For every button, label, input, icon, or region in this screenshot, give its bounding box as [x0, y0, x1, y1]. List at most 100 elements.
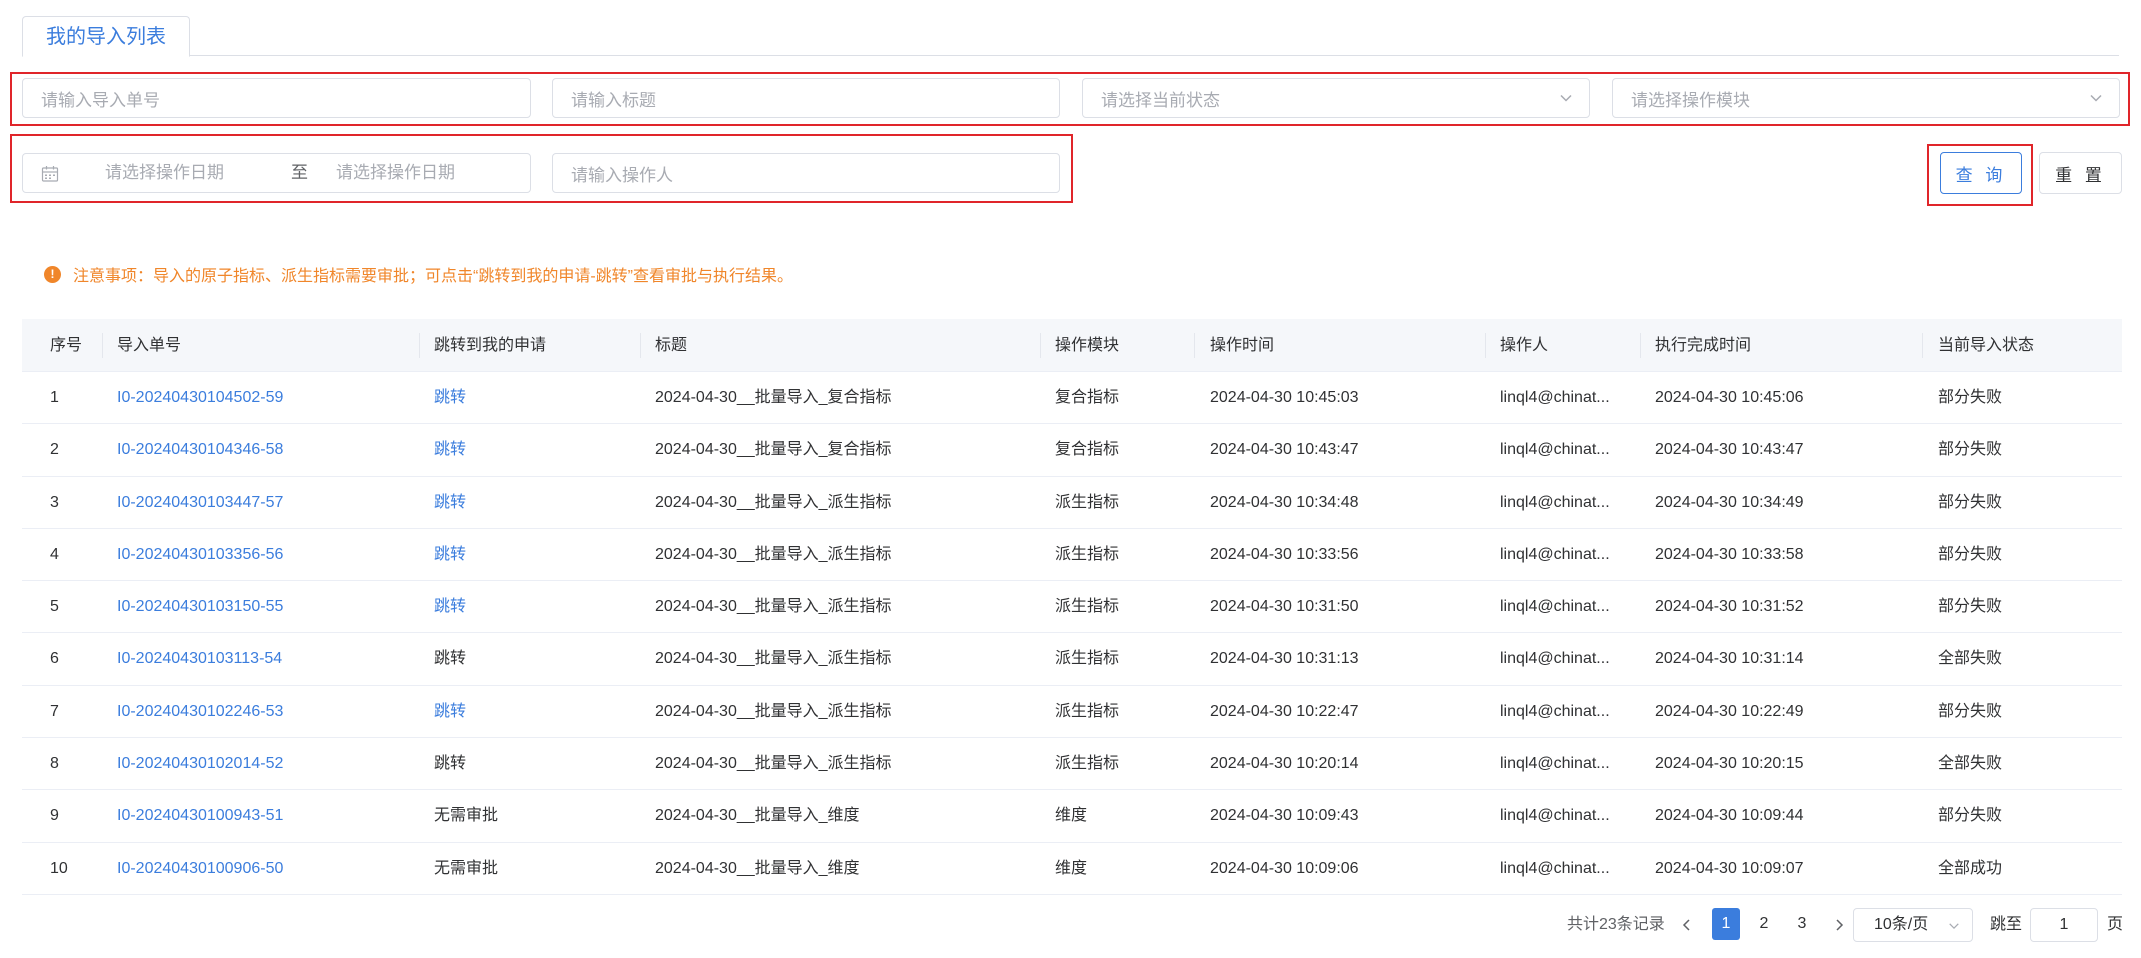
column-divider	[640, 333, 641, 358]
query-button[interactable]: 查 询	[1940, 152, 2022, 194]
cell-import-no-link[interactable]: I0-20240430102014-52	[117, 738, 283, 790]
cell-import-no-link[interactable]: I0-20240430103356-56	[117, 529, 283, 581]
cell-index: 3	[50, 493, 59, 511]
page-1-button[interactable]: 1	[1712, 908, 1740, 940]
cell-import-no-link[interactable]: I0-20240430100906-50	[117, 843, 283, 895]
jump-label: 跳至	[1990, 916, 2023, 933]
date-start-input[interactable]: 请选择操作日期	[105, 154, 224, 192]
cell-import-no-link[interactable]: I0-20240430103113-54	[117, 633, 282, 685]
cell-op-time: 2024-04-30 10:31:50	[1210, 598, 1359, 616]
cell-op-time: 2024-04-30 10:09:43	[1210, 807, 1359, 825]
cell-title: 2024-04-30__批量导入_复合指标	[655, 389, 892, 406]
jump-link[interactable]: 跳转	[434, 477, 466, 529]
cell-title: 2024-04-30__批量导入_派生指标	[655, 598, 892, 616]
cell-operator: linql4@chinat...	[1500, 545, 1610, 563]
cell-status: 全部失败	[1938, 755, 2003, 773]
cell-operator: linql4@chinat...	[1500, 755, 1610, 773]
tab-my-import-list[interactable]: 我的导入列表	[22, 16, 190, 57]
column-divider	[1040, 333, 1041, 358]
column-header-index: 序号	[50, 337, 83, 354]
module-select[interactable]: 请选择操作模块	[1612, 78, 2120, 118]
column-divider	[1194, 333, 1195, 358]
cell-module: 派生指标	[1055, 755, 1120, 773]
cell-import-no-link[interactable]: I0-20240430104346-58	[117, 424, 283, 476]
cell-op-time: 2024-04-30 10:45:03	[1210, 389, 1359, 406]
chevron-right-icon[interactable]	[1832, 917, 1846, 933]
jump-link[interactable]: 跳转	[434, 529, 466, 581]
table-row: 4 I0-20240430103356-56 跳转 2024-04-30__批量导入_…	[22, 529, 2122, 582]
cell-op-time: 2024-04-30 10:22:47	[1210, 702, 1359, 720]
cell-operator: linql4@chinat...	[1500, 598, 1610, 616]
cell-status: 部分失败	[1938, 545, 2003, 563]
table-row: 7 I0-20240430102246-53 跳转 2024-04-30__批量导入_…	[22, 686, 2122, 739]
import-no-input[interactable]: 请输入导入单号	[22, 78, 531, 118]
cell-index: 10	[50, 859, 68, 877]
cell-module: 派生指标	[1055, 702, 1120, 720]
column-header-status: 当前导入状态	[1938, 337, 2035, 354]
cell-module: 复合指标	[1055, 441, 1120, 459]
table-row: 9 I0-20240430100943-51 无需审批 2024-04-30__批量导…	[22, 790, 2122, 843]
cell-operator: linql4@chinat...	[1500, 389, 1610, 406]
column-divider	[1485, 333, 1486, 358]
cell-done-time: 2024-04-30 10:22:49	[1655, 702, 1804, 720]
cell-operator: linql4@chinat...	[1500, 650, 1610, 668]
cell-title: 2024-04-30__批量导入_复合指标	[655, 441, 892, 459]
cell-jump-text: 无需审批	[434, 859, 499, 877]
cell-module: 派生指标	[1055, 545, 1120, 563]
cell-done-time: 2024-04-30 10:20:15	[1655, 755, 1804, 773]
cell-title: 2024-04-30__批量导入_派生指标	[655, 650, 892, 668]
import-no-placeholder: 请输入导入单号	[41, 90, 160, 110]
warning-circle-icon: !	[44, 265, 61, 283]
cell-status: 部分失败	[1938, 598, 2003, 616]
page-size-select[interactable]: 10条/页	[1853, 908, 1973, 942]
cell-module: 复合指标	[1055, 389, 1120, 406]
reset-button[interactable]: 重 置	[2039, 152, 2122, 194]
status-select[interactable]: 请选择当前状态	[1082, 78, 1590, 118]
jump-link[interactable]: 跳转	[434, 424, 466, 476]
table-header: 序号 导入单号 跳转到我的申请 标题 操作模块 操作时间 操作人 执行完成时间 …	[22, 319, 2122, 372]
cell-op-time: 2024-04-30 10:09:06	[1210, 859, 1359, 877]
cell-import-no-link[interactable]: I0-20240430102246-53	[117, 686, 283, 738]
table-row: 3 I0-20240430103447-57 跳转 2024-04-30__批量导入_…	[22, 477, 2122, 529]
page-3-button[interactable]: 3	[1788, 908, 1816, 940]
cell-index: 6	[50, 650, 59, 668]
page-size-value: 10条/页	[1874, 916, 1929, 933]
calendar-icon	[41, 165, 59, 183]
cell-index: 2	[50, 441, 59, 459]
cell-done-time: 2024-04-30 10:09:07	[1655, 859, 1804, 877]
jump-page-input[interactable]: 1	[2030, 908, 2098, 942]
cell-status: 全部失败	[1938, 650, 2003, 668]
cell-import-no-link[interactable]: I0-20240430103447-57	[117, 477, 283, 529]
cell-module: 派生指标	[1055, 650, 1120, 668]
operator-input[interactable]: 请输入操作人	[552, 153, 1060, 193]
cell-index: 4	[50, 545, 59, 563]
cell-status: 部分失败	[1938, 389, 2003, 406]
date-end-input[interactable]: 请选择操作日期	[336, 154, 455, 192]
cell-index: 8	[50, 755, 59, 773]
cell-op-time: 2024-04-30 10:20:14	[1210, 755, 1359, 773]
page-2-button[interactable]: 2	[1750, 908, 1778, 940]
jump-link[interactable]: 跳转	[434, 686, 466, 738]
jump-link[interactable]: 跳转	[434, 581, 466, 633]
column-header-done-time: 执行完成时间	[1655, 337, 1752, 354]
cell-import-no-link[interactable]: I0-20240430104502-59	[117, 372, 283, 424]
chevron-left-icon[interactable]	[1680, 917, 1694, 933]
cell-import-no-link[interactable]: I0-20240430100943-51	[117, 790, 283, 842]
jump-link[interactable]: 跳转	[434, 372, 466, 424]
title-input[interactable]: 请输入标题	[552, 78, 1060, 118]
cell-index: 5	[50, 598, 59, 616]
cell-title: 2024-04-30__批量导入_派生指标	[655, 545, 892, 563]
column-header-op-time: 操作时间	[1210, 337, 1275, 354]
cell-operator: linql4@chinat...	[1500, 702, 1610, 720]
cell-done-time: 2024-04-30 10:34:49	[1655, 493, 1804, 511]
cell-status: 部分失败	[1938, 807, 2003, 825]
pagination: 共计23条记录 1 2 3 10条/页 跳至 1 页	[0, 908, 2141, 942]
cell-done-time: 2024-04-30 10:31:14	[1655, 650, 1804, 668]
cell-operator: linql4@chinat...	[1500, 807, 1610, 825]
operation-date-range-picker[interactable]: 请选择操作日期 至 请选择操作日期	[22, 153, 531, 193]
column-header-operator: 操作人	[1500, 337, 1549, 354]
cell-index: 9	[50, 807, 59, 825]
cell-import-no-link[interactable]: I0-20240430103150-55	[117, 581, 283, 633]
tab-bar: 我的导入列表	[22, 16, 2119, 57]
cell-done-time: 2024-04-30 10:43:47	[1655, 441, 1804, 459]
